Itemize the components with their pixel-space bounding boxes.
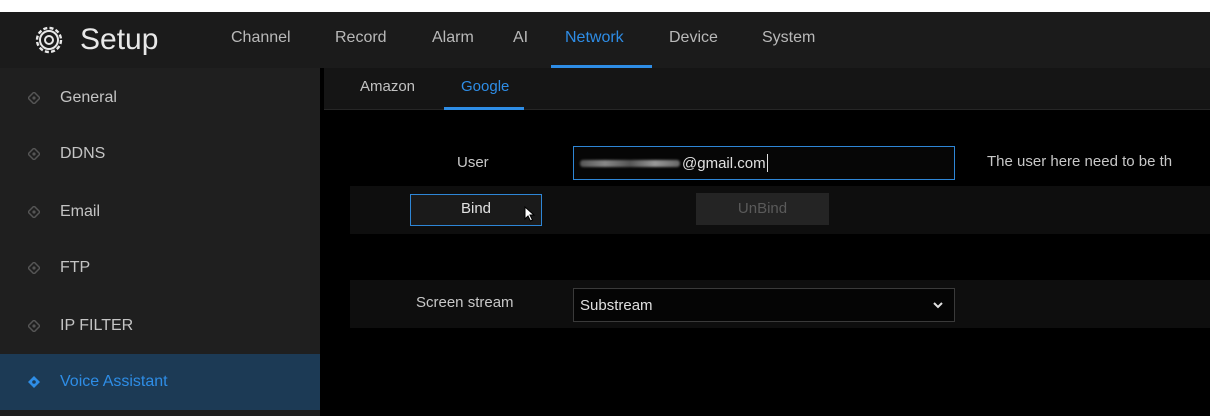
sidebar: General DDNS Email FTP IP FILTER Voice A…	[0, 68, 320, 416]
mouse-cursor-icon	[524, 206, 536, 222]
redacted-text	[580, 159, 680, 167]
sidebar-item-voice-assistant[interactable]: Voice Assistant	[0, 354, 320, 410]
user-email-value: @gmail.com	[682, 154, 766, 172]
main-panel: Amazon Google User @gmail.com The user h…	[324, 68, 1210, 416]
screen-stream-value: Substream	[580, 296, 653, 314]
text-caret	[766, 154, 768, 172]
diamond-icon	[28, 262, 40, 274]
page-title: Setup	[80, 23, 159, 56]
tab-system[interactable]: System	[762, 26, 815, 50]
diamond-icon	[28, 148, 40, 160]
diamond-icon	[28, 320, 40, 332]
tab-device[interactable]: Device	[669, 26, 718, 50]
sidebar-item-label: Voice Assistant	[60, 373, 168, 390]
diamond-icon	[28, 206, 40, 218]
sidebar-item-ftp[interactable]: FTP	[0, 240, 320, 296]
tab-network[interactable]: Network	[565, 26, 624, 50]
sidebar-item-ip-filter[interactable]: IP FILTER	[0, 298, 320, 354]
tab-google[interactable]: Google	[461, 78, 509, 95]
top-strip	[0, 0, 1210, 12]
sidebar-item-label: DDNS	[60, 145, 106, 162]
user-help-text: The user here need to be th	[987, 153, 1173, 170]
unbind-button[interactable]: UnBind	[696, 193, 829, 225]
user-label: User	[457, 154, 489, 171]
sidebar-item-label: IP FILTER	[60, 317, 134, 334]
tab-channel[interactable]: Channel	[231, 26, 291, 50]
active-subtab-underline	[444, 107, 524, 110]
diamond-icon	[28, 376, 40, 388]
diamond-icon	[28, 92, 40, 104]
screen-stream-label: Screen stream	[416, 294, 514, 311]
tab-amazon[interactable]: Amazon	[360, 78, 415, 95]
sidebar-item-email[interactable]: Email	[0, 184, 320, 240]
sidebar-item-label: Email	[60, 203, 101, 220]
setup-logo: Setup	[34, 22, 158, 58]
bind-button[interactable]: Bind	[410, 194, 542, 226]
user-email-input[interactable]: @gmail.com	[573, 146, 955, 180]
sidebar-item-label: General	[60, 89, 117, 106]
tab-alarm[interactable]: Alarm	[432, 26, 474, 50]
tab-record[interactable]: Record	[335, 26, 387, 50]
subtab-bar: Amazon Google	[324, 68, 1210, 110]
sidebar-item-label: FTP	[60, 259, 91, 276]
sidebar-item-ddns[interactable]: DDNS	[0, 126, 320, 182]
tab-ai[interactable]: AI	[513, 26, 528, 50]
chevron-down-icon	[933, 302, 943, 309]
sidebar-item-general[interactable]: General	[0, 70, 320, 126]
gear-icon	[34, 25, 64, 55]
header-bar: Setup Channel Record Alarm AI Network De…	[0, 12, 1210, 68]
screen-stream-select[interactable]: Substream	[573, 288, 955, 322]
